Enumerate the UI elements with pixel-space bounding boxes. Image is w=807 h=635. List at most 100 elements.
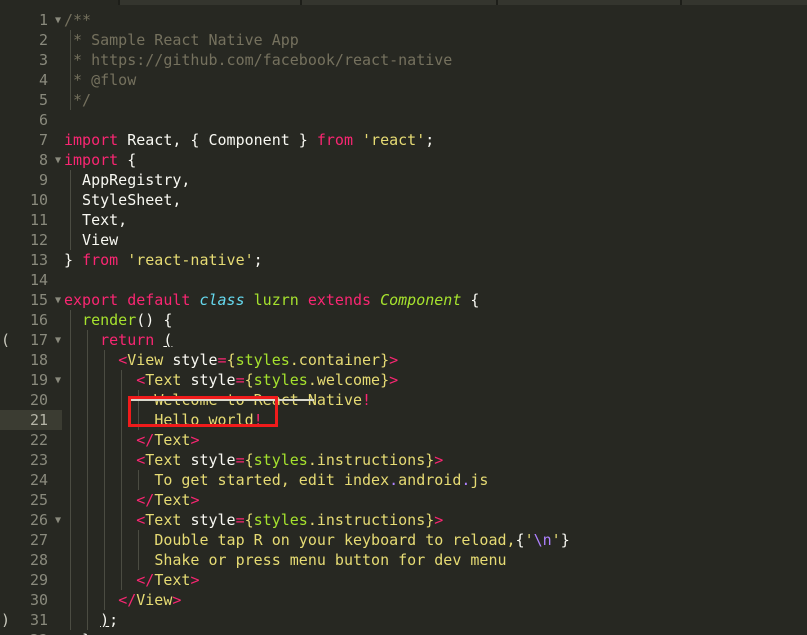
gutter-line-22[interactable]: 22	[0, 430, 62, 450]
gutter-line-8[interactable]: 8 ▼	[0, 150, 62, 170]
bracket-match-marker: )	[1, 611, 11, 629]
code-line-19[interactable]: <Text style={styles.welcome}>	[64, 370, 398, 390]
code-token: React, { Component }	[118, 131, 317, 149]
gutter-line-9[interactable]: 9	[0, 170, 62, 190]
code-line-16[interactable]: render() {	[64, 310, 172, 330]
gutter-line-13[interactable]: 13	[0, 250, 62, 270]
gutter-line-16[interactable]: 16	[0, 310, 62, 330]
code-line-23[interactable]: <Text style={styles.instructions}>	[64, 450, 443, 470]
code-line-8[interactable]: import {	[64, 150, 136, 170]
string-quote: '	[524, 531, 534, 549]
line-number: 31	[29, 611, 48, 629]
jsx-punct: <	[136, 511, 146, 529]
code-line-31[interactable]: );	[64, 610, 118, 630]
comment-token: * Sample React Native App	[64, 31, 299, 49]
code-line-13[interactable]: } from 'react-native';	[64, 250, 263, 270]
function-name-token: render	[82, 311, 137, 329]
code-line-2[interactable]: * Sample React Native App	[64, 30, 299, 50]
gutter-line-25[interactable]: 25	[0, 490, 62, 510]
jsx-brace: }	[560, 531, 570, 549]
code-line-24[interactable]: To get started, edit index.android.js	[64, 470, 488, 490]
jsx-tag-name: Text	[145, 511, 182, 529]
code-line-25[interactable]: </Text>	[64, 490, 199, 510]
gutter-line-18[interactable]: 18	[0, 350, 62, 370]
code-line-32[interactable]: }	[64, 630, 91, 635]
gutter-line-29[interactable]: 29	[0, 570, 62, 590]
gutter-line-11[interactable]: 11	[0, 210, 62, 230]
fold-arrow-icon[interactable]: ▼	[55, 10, 61, 31]
jsx-punct: <	[136, 451, 146, 469]
jsx-text: Shake or press menu button for dev menu	[154, 551, 507, 569]
comment-token: /**	[64, 11, 92, 29]
gutter-line-7[interactable]: 7	[0, 130, 62, 150]
code-token: }	[64, 631, 91, 635]
code-line-12[interactable]: View	[64, 230, 118, 250]
code-line-14[interactable]	[64, 270, 73, 290]
code-line-21[interactable]: Hello world!	[64, 410, 262, 430]
fold-arrow-icon[interactable]: ▼	[55, 290, 61, 311]
code-line-15[interactable]: export default class luzrn extends Compo…	[64, 290, 479, 310]
gutter-line-30[interactable]: 30	[0, 590, 62, 610]
code-line-10[interactable]: StyleSheet,	[64, 190, 181, 210]
gutter-line-2[interactable]: 2	[0, 30, 62, 50]
code-line-4[interactable]: * @flow	[64, 70, 136, 90]
gutter-line-4[interactable]: 4	[0, 70, 62, 90]
gutter-line-23[interactable]: 23	[0, 450, 62, 470]
code-line-29[interactable]: </Text>	[64, 570, 199, 590]
code-text-area[interactable]: /** * Sample React Native App * https://…	[62, 5, 807, 635]
fold-arrow-icon[interactable]: ▼	[55, 510, 61, 531]
gutter-line-3[interactable]: 3	[0, 50, 62, 70]
line-number: 8	[38, 151, 48, 169]
code-line-9[interactable]: AppRegistry,	[64, 170, 190, 190]
code-line-3[interactable]: * https://github.com/facebook/react-nati…	[64, 50, 452, 70]
gutter-line-10[interactable]: 10	[0, 190, 62, 210]
code-line-5[interactable]: */	[64, 90, 91, 110]
code-line-22[interactable]: </Text>	[64, 430, 199, 450]
code-line-30[interactable]: </View>	[64, 590, 181, 610]
line-number: 14	[29, 271, 48, 289]
gutter-line-20[interactable]: 20	[0, 390, 62, 410]
code-line-18[interactable]: <View style={styles.container}>	[64, 350, 398, 370]
jsx-punct: =	[235, 511, 245, 529]
fold-arrow-icon[interactable]: ▼	[55, 370, 61, 391]
code-line-1[interactable]: /**	[64, 10, 91, 30]
code-token: AppRegistry,	[64, 171, 191, 189]
gutter-line-26[interactable]: 26 ▼	[0, 510, 62, 530]
code-line-27[interactable]: Double tap R on your keyboard to reload,…	[64, 530, 570, 550]
code-token: ;	[253, 251, 263, 269]
fold-arrow-icon[interactable]: ▼	[55, 150, 61, 171]
gutter-line-14[interactable]: 14	[0, 270, 62, 290]
code-line-26[interactable]: <Text style={styles.instructions}>	[64, 510, 443, 530]
blank-token	[64, 271, 73, 289]
jsx-expr-prop: .container	[289, 351, 381, 369]
gutter-line-12[interactable]: 12	[0, 230, 62, 250]
gutter-line-24[interactable]: 24	[0, 470, 62, 490]
gutter-line-15[interactable]: 15 ▼	[0, 290, 62, 310]
gutter-line-17[interactable]: (17 ▼	[0, 330, 62, 350]
line-number: 15	[29, 291, 48, 309]
jsx-punct: >	[434, 511, 444, 529]
gutter-line-31[interactable]: ) 31	[0, 610, 62, 630]
gutter-line-5[interactable]: 5	[0, 90, 62, 110]
gutter-line-6[interactable]: 6	[0, 110, 62, 130]
gutter-line-19[interactable]: 19 ▼	[0, 370, 62, 390]
code-line-6[interactable]	[64, 110, 73, 130]
gutter-line-28[interactable]: 28	[0, 550, 62, 570]
code-line-11[interactable]: Text,	[64, 210, 127, 230]
code-token: {	[461, 291, 480, 309]
gutter-line-27[interactable]: 27	[0, 530, 62, 550]
code-line-17[interactable]: return (	[64, 330, 172, 350]
fold-arrow-icon[interactable]: ▼	[55, 330, 61, 351]
gutter-line-21[interactable]: 21	[0, 410, 62, 430]
gutter-line-32[interactable]: 32	[0, 630, 62, 635]
line-number: 28	[29, 551, 48, 569]
jsx-punct: >	[190, 571, 200, 589]
jsx-punct: >	[190, 491, 200, 509]
gutter-line-1[interactable]: 1 ▼	[0, 10, 62, 30]
code-line-7[interactable]: import React, { Component } from 'react'…	[64, 130, 434, 150]
code-line-28[interactable]: Shake or press menu button for dev menu	[64, 550, 507, 570]
